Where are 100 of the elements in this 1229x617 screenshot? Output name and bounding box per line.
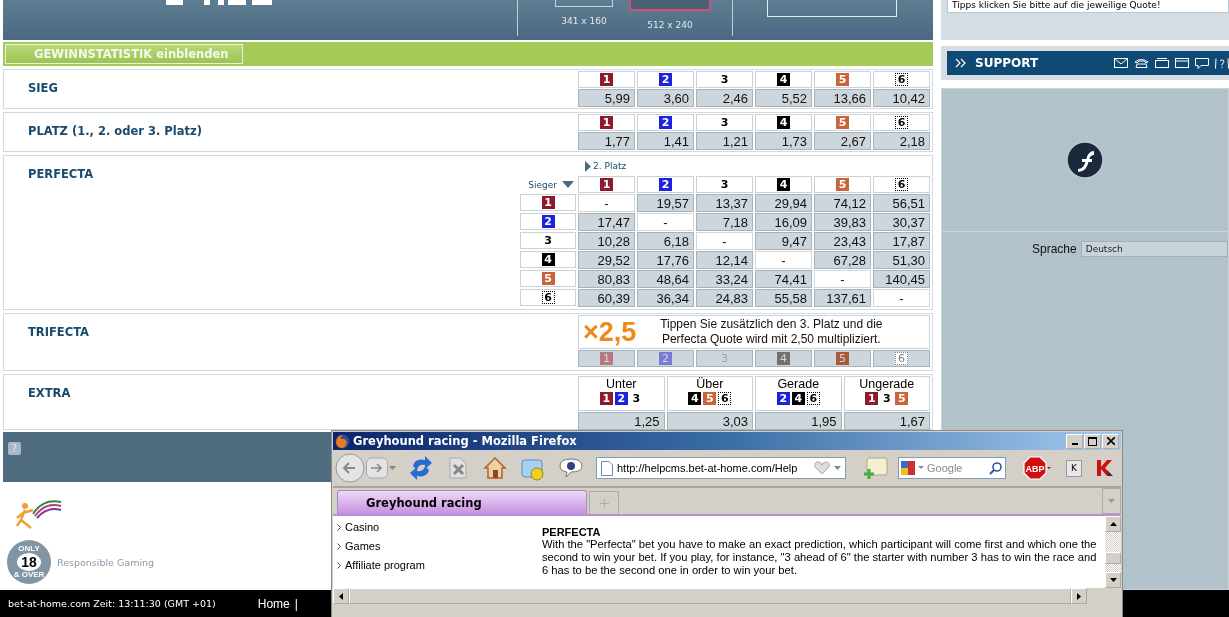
- sidebar-link[interactable]: Games: [345, 539, 381, 554]
- minimize-button[interactable]: [1066, 433, 1083, 449]
- url-field[interactable]: http://helpcms.bet-at-home.com/Help: [596, 457, 846, 479]
- odds-cell[interactable]: 10,42: [873, 89, 930, 107]
- odds-cell[interactable]: 13,37: [696, 194, 753, 212]
- runner-badge: 2: [659, 178, 672, 191]
- window-icon[interactable]: [1155, 58, 1169, 68]
- firefox-icon: [335, 433, 350, 449]
- option-label: Unter: [605, 377, 637, 392]
- runner-badge: 5: [703, 392, 717, 405]
- runner-badge: 1: [600, 178, 613, 191]
- odds-cell[interactable]: 9,47: [755, 232, 812, 250]
- banner-thumbnail[interactable]: [629, 0, 711, 11]
- window-icon[interactable]: [1175, 58, 1189, 68]
- odds-cell[interactable]: 3,03: [666, 412, 753, 430]
- odds-cell[interactable]: 30,37: [873, 213, 930, 231]
- odds-cell[interactable]: 1,77: [578, 132, 635, 150]
- odds-cell[interactable]: 1,41: [637, 132, 694, 150]
- article-text: With the "Perfecta" bet you have to make an exact prediction, which participant will come first and which one the second to win your bet. If you play, for instance, "3 ahead of 6" the starter with number 3 has to win the race and 6 has to be the second one in order to win your bet.: [542, 538, 1098, 577]
- runner-badge: 2: [776, 392, 790, 405]
- odds-cell[interactable]: 56,51: [873, 194, 930, 212]
- k-button[interactable]: K: [1066, 459, 1082, 477]
- odds-cell[interactable]: 19,57: [637, 194, 694, 212]
- triangle-right-icon: [585, 160, 591, 172]
- k-logo-icon[interactable]: [1095, 458, 1115, 478]
- odds-cell[interactable]: 39,83: [814, 213, 871, 231]
- odds-cell[interactable]: 16,09: [755, 213, 812, 231]
- odds-cell[interactable]: 80,83: [578, 270, 635, 288]
- flash-player-icon[interactable]: [1066, 141, 1104, 179]
- odds-cell[interactable]: 5,99: [578, 89, 635, 107]
- odds-cell[interactable]: 12,14: [696, 251, 753, 269]
- odds-cell[interactable]: 137,61: [814, 289, 871, 307]
- odds-cell[interactable]: 1,73: [755, 132, 812, 150]
- odds-cell[interactable]: 13,66: [814, 89, 871, 107]
- triangle-right-icon[interactable]: [1077, 592, 1081, 600]
- odds-cell[interactable]: 1,95: [755, 412, 842, 430]
- odds-cell[interactable]: 29,52: [578, 251, 635, 269]
- speech-bubble-icon[interactable]: [559, 457, 583, 479]
- odds-cell[interactable]: 60,39: [578, 289, 635, 307]
- phone-icon[interactable]: [1134, 58, 1149, 68]
- odds-cell[interactable]: 17,87: [873, 232, 930, 250]
- triangle-left-icon[interactable]: [339, 592, 343, 600]
- home-icon[interactable]: [483, 456, 507, 480]
- banner-button[interactable]: [767, 0, 897, 17]
- odds-cell[interactable]: 1,67: [843, 412, 930, 430]
- odds-cell[interactable]: 55,58: [755, 289, 812, 307]
- odds-cell[interactable]: 24,83: [696, 289, 753, 307]
- runner-badge: 4: [688, 392, 702, 405]
- language-select[interactable]: Deutsch: [1080, 241, 1228, 257]
- odds-cell[interactable]: 51,30: [873, 251, 930, 269]
- odds-cell[interactable]: 74,12: [814, 194, 871, 212]
- odds-cell[interactable]: 10,28: [578, 232, 635, 250]
- envelope-icon[interactable]: [1114, 58, 1128, 68]
- stop-icon[interactable]: [446, 456, 470, 480]
- search-field[interactable]: Google: [898, 457, 1006, 479]
- odds-cell[interactable]: 48,64: [637, 270, 694, 288]
- odds-cell[interactable]: 33,24: [696, 270, 753, 288]
- odds-cell[interactable]: 74,41: [755, 270, 812, 288]
- odds-cell[interactable]: 1,25: [578, 412, 665, 430]
- odds-cell[interactable]: 23,43: [814, 232, 871, 250]
- status-text: bet-at-home.com Zeit: 13:11:30 (GMT +01): [8, 598, 216, 609]
- triangle-up-icon[interactable]: [1109, 522, 1117, 526]
- google-icon[interactable]: [899, 459, 925, 477]
- odds-cell: -: [637, 213, 694, 231]
- runner-badge: 1: [599, 392, 613, 405]
- home-link[interactable]: Home: [257, 596, 290, 611]
- caret-down-icon: [1108, 499, 1115, 503]
- odds-cell[interactable]: 17,47: [578, 213, 635, 231]
- triangle-down-icon[interactable]: [1109, 578, 1117, 582]
- odds-cell[interactable]: 29,94: [755, 194, 812, 212]
- runner-number: 3: [719, 73, 730, 86]
- search-icon[interactable]: [989, 461, 1002, 475]
- chat-icon[interactable]: [1195, 57, 1209, 69]
- odds-cell[interactable]: 67,28: [814, 251, 871, 269]
- close-button[interactable]: [1102, 433, 1119, 449]
- odds-cell[interactable]: 1,21: [696, 132, 753, 150]
- runner-badge: 2: [541, 215, 555, 228]
- caret-down-icon[interactable]: [834, 466, 841, 470]
- browser-tab[interactable]: Greyhound racing: [337, 490, 587, 514]
- sidebar-link[interactable]: Casino: [345, 520, 380, 535]
- help-icon[interactable]: [1215, 57, 1229, 69]
- runner-badge: 6: [895, 352, 908, 365]
- odds-cell[interactable]: 3,60: [637, 89, 694, 107]
- odds-cell[interactable]: 2,46: [696, 89, 753, 107]
- sidebar-link[interactable]: Affiliate program: [345, 558, 425, 573]
- odds-cell[interactable]: 6,18: [637, 232, 694, 250]
- odds-cell[interactable]: 5,52: [755, 89, 812, 107]
- odds-cell[interactable]: 140,45: [873, 270, 930, 288]
- odds-cell[interactable]: 36,34: [637, 289, 694, 307]
- maximize-button[interactable]: [1084, 433, 1101, 449]
- scrollbar-thumb[interactable]: [1105, 552, 1121, 564]
- reload-icon[interactable]: [409, 456, 433, 480]
- odds-cell[interactable]: 2,18: [873, 132, 930, 150]
- back-button-icon[interactable]: [335, 453, 365, 483]
- column-header: 2. Platz: [593, 161, 627, 171]
- runner-badge: 4: [777, 73, 790, 86]
- odds-cell[interactable]: 2,67: [814, 132, 871, 150]
- odds-cell[interactable]: 17,76: [637, 251, 694, 269]
- vertical-scrollbar[interactable]: [1105, 516, 1121, 588]
- odds-cell[interactable]: 7,18: [696, 213, 753, 231]
